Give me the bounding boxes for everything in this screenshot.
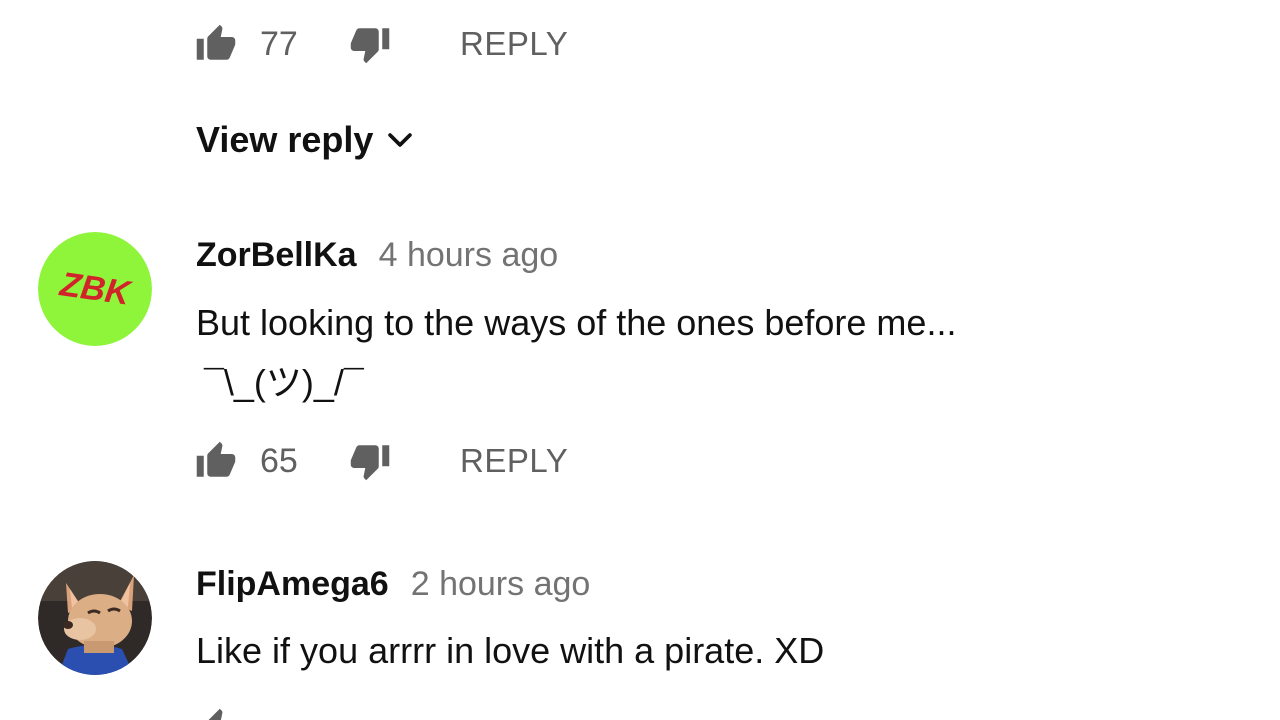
- author-name[interactable]: ZorBellKa: [196, 236, 357, 275]
- thumbs-down-icon[interactable]: [348, 22, 392, 66]
- comment-actions: 65 REPLY: [196, 437, 568, 485]
- like-count: 77: [260, 24, 298, 63]
- avatar[interactable]: [38, 561, 152, 675]
- timestamp[interactable]: 4 hours ago: [379, 236, 559, 275]
- thumbs-up-icon[interactable]: [194, 439, 238, 483]
- comments-page: 77 REPLY View reply ZBK ZorBellKa 4 hour…: [0, 0, 1280, 720]
- thumbs-up-icon[interactable]: [196, 706, 238, 720]
- comment-header: FlipAmega6 2 hours ago: [196, 565, 590, 604]
- view-reply-label: View reply: [196, 119, 374, 160]
- timestamp[interactable]: 2 hours ago: [411, 565, 591, 604]
- comment-actions: 77 REPLY: [196, 20, 568, 68]
- comment-actions: [196, 706, 238, 720]
- zbk-logo-icon: ZBK: [38, 232, 152, 346]
- comment-text-line: Like if you arrrr in love with a pirate.…: [196, 630, 825, 671]
- comment-text-line: But looking to the ways of the ones befo…: [196, 302, 957, 343]
- reply-button[interactable]: REPLY: [460, 25, 568, 63]
- chevron-down-icon: [388, 133, 413, 147]
- author-name[interactable]: FlipAmega6: [196, 565, 389, 604]
- avatar[interactable]: ZBK: [38, 232, 152, 346]
- comment-text-line: ¯\_(ツ)_/¯: [204, 362, 364, 403]
- thumbs-down-icon[interactable]: [348, 439, 392, 483]
- like-count: 65: [260, 441, 298, 480]
- comment-header: ZorBellKa 4 hours ago: [196, 236, 558, 275]
- view-reply-button[interactable]: View reply: [196, 116, 417, 164]
- dog-avatar-icon: [38, 561, 152, 675]
- thumbs-up-icon[interactable]: [194, 22, 238, 66]
- reply-button[interactable]: REPLY: [460, 442, 568, 480]
